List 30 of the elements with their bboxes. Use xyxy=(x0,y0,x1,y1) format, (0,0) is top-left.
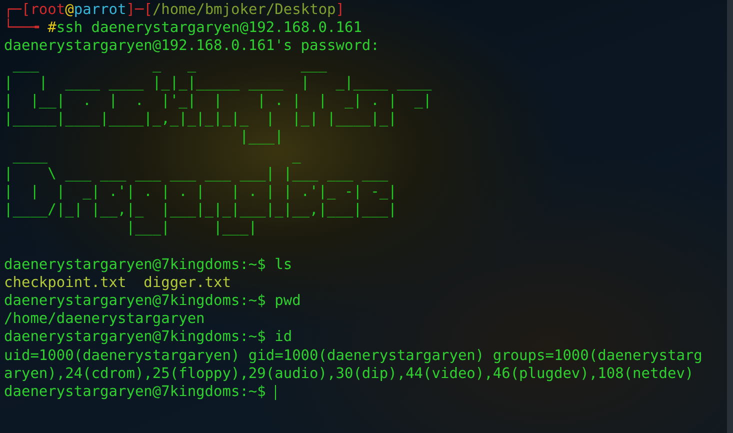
output-line: /home/daenerystargaryen xyxy=(4,310,205,328)
ascii-art-line: |_____|____|____|_,_|_|_|_|_ | |_| |____|_| xyxy=(4,110,397,128)
output-line: daenerystargaryen@7kingdoms:~$ pwd xyxy=(4,292,301,310)
ascii-art-line: |___| xyxy=(238,128,284,146)
shell-prompt: daenerystargaryen@7kingdoms:~$ xyxy=(4,382,267,402)
text-cursor xyxy=(274,384,276,400)
output-line: uid=1000(daenerystargaryen) gid=1000(daenerystargaryen) groups=1000(daenerystarg xyxy=(4,346,702,365)
ascii-art-line: ____ _ xyxy=(12,146,301,165)
ascii-art-line: |____/|_| |__,|_ |___|_|_|___|_|__,|___|___| xyxy=(4,201,397,220)
prompt-path: /home/bmjoker/Desktop xyxy=(152,1,336,20)
ascii-art-line: ___ _ _ ___ xyxy=(12,56,328,74)
prompt-frame: ] xyxy=(336,1,345,20)
output-line: aryen),24(cdrom),25(floppy),29(audio),30(dip),44(video),46(plugdev),108(netdev) xyxy=(4,364,694,383)
ascii-art-line: | | | _| .'| . | . | | . | | .'|_ -| -_| xyxy=(4,182,397,202)
prompt-frame: ┌─[ xyxy=(4,1,30,20)
file-list: checkpoint.txt digger.txt xyxy=(4,274,231,292)
ascii-art-line: | | ____ ____ |_|_|_____ ____ | _|____ ____ xyxy=(4,74,432,92)
prompt-frame: ]─[ xyxy=(126,1,152,20)
ascii-art-line: | |__| . | . |'_| | | . | | _| . | _| xyxy=(4,92,432,110)
ascii-art-line: | \ ___ ___ ___ ___ ___ ___| |___ ___ ___ xyxy=(4,164,388,183)
prompt-symbol: @ xyxy=(65,1,74,20)
output-line: daenerystargaryen@7kingdoms:~$ id xyxy=(4,328,292,347)
prompt-symbol: # xyxy=(48,19,56,38)
command-text: ssh daenerystargaryen@192.168.0.161 xyxy=(56,19,362,38)
prompt-user: root xyxy=(30,1,66,18)
prompt-host: parrot xyxy=(74,1,126,20)
ascii-art-line: |___| |___| xyxy=(125,219,258,238)
output-line: daenerystargaryen@7kingdoms:~$ ls xyxy=(4,256,292,274)
prompt-frame: └──╼ xyxy=(4,19,48,38)
output-line: daenerystargaryen@192.168.0.161's password: xyxy=(4,37,380,56)
